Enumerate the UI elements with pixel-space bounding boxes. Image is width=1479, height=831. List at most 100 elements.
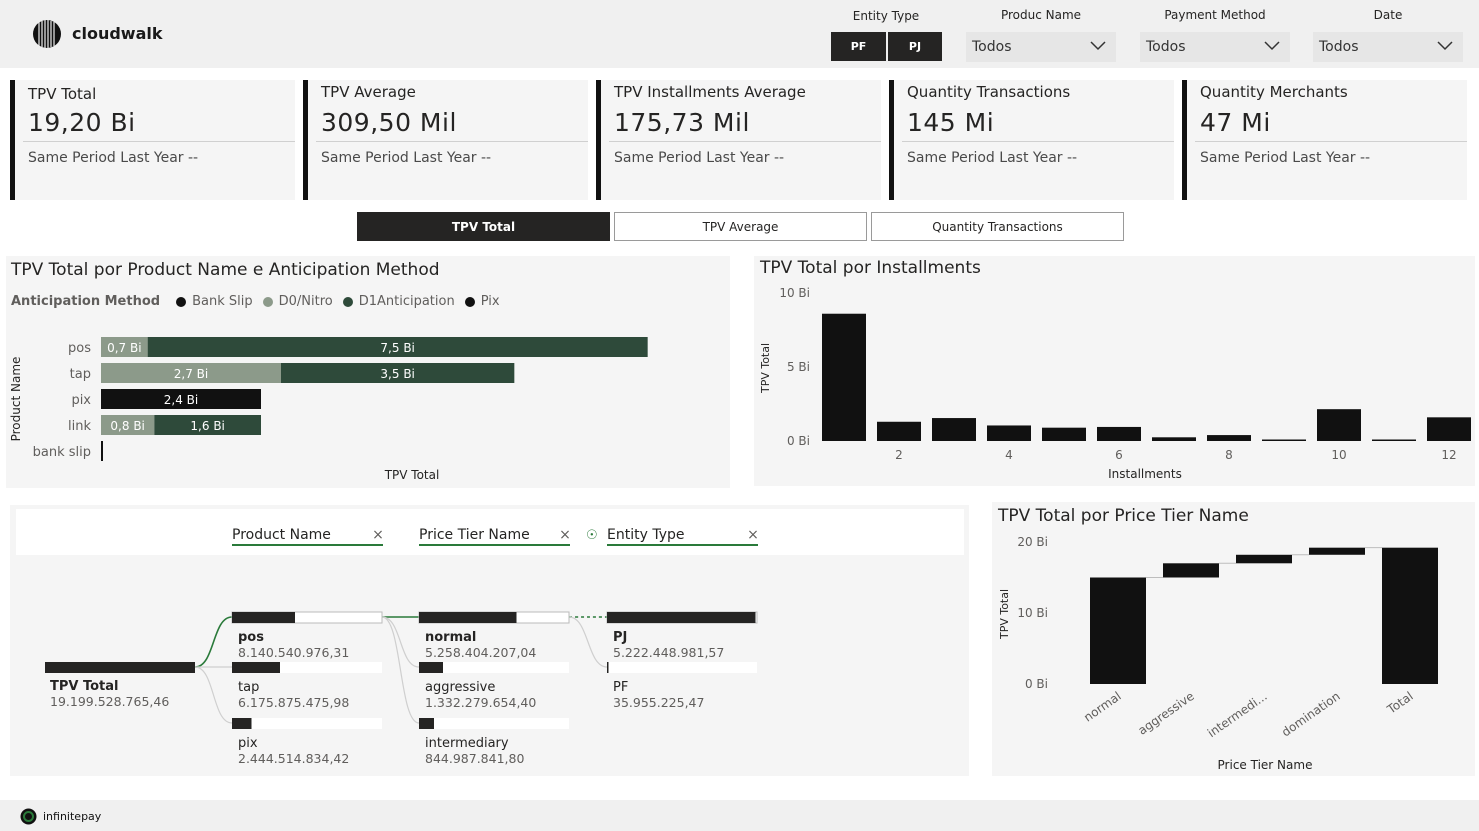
y-tick-label: 10 Bi xyxy=(1017,606,1048,620)
decomp-node-label: tap xyxy=(238,680,259,695)
bar xyxy=(1427,417,1471,441)
decomp-node-label: intermediary xyxy=(425,736,509,751)
category-label: link xyxy=(68,419,91,434)
x-tick-label: 2 xyxy=(895,448,903,462)
kpi-divider xyxy=(1195,141,1467,142)
decomposition-tree: Product Name × Price Tier Name × Entity Type… xyxy=(45,527,759,766)
payment-method-label: Payment Method xyxy=(1164,8,1266,22)
y-tick-label: 5 Bi xyxy=(787,360,810,374)
x-tick-label: 6 xyxy=(1115,448,1123,462)
data-label: 1,6 Bi xyxy=(190,419,224,433)
decomp-node-label: normal xyxy=(425,630,476,645)
chart-product-anticipation: pos 0,7 Bi 7,5 Bi tap 2,7 Bi 3,5 Bi pix 2,4 Bi l… xyxy=(9,337,648,482)
date-dropdown[interactable]: Todos xyxy=(1313,32,1463,62)
y-tick-label: 0 Bi xyxy=(1025,677,1048,691)
kpi-sub: Same Period Last Year -- xyxy=(321,150,492,166)
decomp-bar-fill xyxy=(419,662,443,673)
kpi-value: 175,73 Mil xyxy=(614,108,750,137)
decomp-node-label: pos xyxy=(238,630,264,645)
chevron-down-icon xyxy=(1437,41,1453,51)
kpi-card-quantity-transactions: Quantity Transactions 145 Mi Same Period… xyxy=(889,80,1174,200)
y-tick-label: 10 Bi xyxy=(779,286,810,300)
x-tick-label: 4 xyxy=(1005,448,1013,462)
decomp-node-value: 35.955.225,47 xyxy=(613,695,704,710)
kpi-title: TPV Total xyxy=(28,85,97,103)
bar xyxy=(1309,547,1365,555)
kpi-title: TPV Installments Average xyxy=(614,83,806,101)
decomp-bar-track xyxy=(607,662,757,673)
decomp-node-value: 844.987.841,80 xyxy=(425,751,524,766)
data-label: 0,7 Bi xyxy=(107,341,141,355)
decomp-connector xyxy=(381,616,420,724)
category-label: bank slip xyxy=(33,445,91,460)
bar xyxy=(1152,437,1196,441)
kpi-sub: Same Period Last Year -- xyxy=(28,150,199,166)
payment-method-value: Todos xyxy=(1146,39,1186,55)
decomp-connector xyxy=(381,616,420,668)
bar xyxy=(1163,563,1219,578)
x-tick-label: 12 xyxy=(1441,448,1456,462)
decomp-node-label: PJ xyxy=(613,630,627,645)
date-label: Date xyxy=(1373,8,1403,22)
decomp-node-value: 6.175.875.475,98 xyxy=(238,695,349,710)
entity-pf-button[interactable]: PF xyxy=(831,32,886,61)
decomp-bar-fill xyxy=(232,718,252,729)
decomp-field-label: Entity Type xyxy=(607,527,684,543)
x-tick-label: 8 xyxy=(1225,448,1233,462)
bar xyxy=(822,313,866,441)
bar xyxy=(1382,547,1438,684)
tab-tpv-total[interactable]: TPV Total xyxy=(357,212,610,241)
chevron-down-icon xyxy=(1264,41,1280,51)
payment-method-dropdown[interactable]: Todos xyxy=(1140,32,1290,62)
x-tick-label: 10 xyxy=(1331,448,1346,462)
decomposition-tree-panel: Product Name × Price Tier Name × Entity Type… xyxy=(10,505,969,776)
x-axis-label: Price Tier Name xyxy=(1218,758,1313,772)
x-tick-label: normal xyxy=(1081,689,1123,725)
category-label: pos xyxy=(68,341,91,356)
tab-quantity-transactions[interactable]: Quantity Transactions xyxy=(871,212,1124,241)
x-tick-label: Total xyxy=(1384,689,1416,717)
y-axis-label: Product Name xyxy=(9,357,23,442)
kpi-divider xyxy=(902,141,1174,142)
tab-tpv-average[interactable]: TPV Average xyxy=(614,212,867,241)
decomp-bar-fill xyxy=(607,662,609,673)
kpi-divider xyxy=(23,141,295,142)
x-tick-label: aggressive xyxy=(1135,689,1196,738)
chart-installments-panel: TPV Total por Installments 10 Bi 5 Bi 0 Bi… xyxy=(754,256,1475,486)
kpi-divider xyxy=(609,141,881,142)
kpi-value: 145 Mi xyxy=(907,108,995,137)
entity-pj-button[interactable]: PJ xyxy=(888,32,942,61)
kpi-sub: Same Period Last Year -- xyxy=(907,150,1078,166)
decomp-field-label: Product Name xyxy=(232,527,331,543)
decomp-node-label: aggressive xyxy=(425,680,495,695)
product-name-dropdown[interactable]: Todos xyxy=(966,32,1116,62)
kpi-value: 309,50 Mil xyxy=(321,108,457,137)
kpi-title: Quantity Transactions xyxy=(907,83,1071,101)
decomp-connector xyxy=(194,666,233,724)
x-axis-label: Installments xyxy=(1108,467,1182,481)
y-tick-label: 20 Bi xyxy=(1017,535,1048,549)
decomp-node-value: 2.444.514.834,42 xyxy=(238,751,349,766)
decomp-bar-track xyxy=(419,718,569,729)
decomp-bar-fill xyxy=(232,662,280,673)
kpi-card-tpv-installments-average: TPV Installments Average 175,73 Mil Same… xyxy=(596,80,881,200)
infinitepay-logo-icon xyxy=(20,808,37,825)
bar xyxy=(1042,427,1086,441)
footer-brand-text: infinitepay xyxy=(43,810,102,823)
date-value: Todos xyxy=(1319,39,1359,55)
lightbulb-icon: ☉ xyxy=(586,528,598,543)
data-label: 0,8 Bi xyxy=(110,419,144,433)
decomp-node-value: 5.222.448.981,57 xyxy=(613,645,724,660)
close-icon: × xyxy=(559,527,571,543)
footer-bar xyxy=(0,800,1479,831)
product-name-value: Todos xyxy=(972,39,1012,55)
decomp-root-bar xyxy=(45,662,195,673)
decomp-node-label: PF xyxy=(613,680,628,695)
kpi-sub: Same Period Last Year -- xyxy=(1200,150,1371,166)
kpi-divider xyxy=(316,141,588,142)
decomp-bar-track xyxy=(232,718,382,729)
decomp-node-value: 5.258.404.207,04 xyxy=(425,645,536,660)
kpi-title: TPV Average xyxy=(321,83,416,101)
kpi-card-tpv-total: TPV Total 19,20 Bi Same Period Last Year… xyxy=(10,80,295,200)
chart-price-tier: 20 Bi 10 Bi 0 Bi normal aggressive intermedi.… xyxy=(998,535,1438,772)
